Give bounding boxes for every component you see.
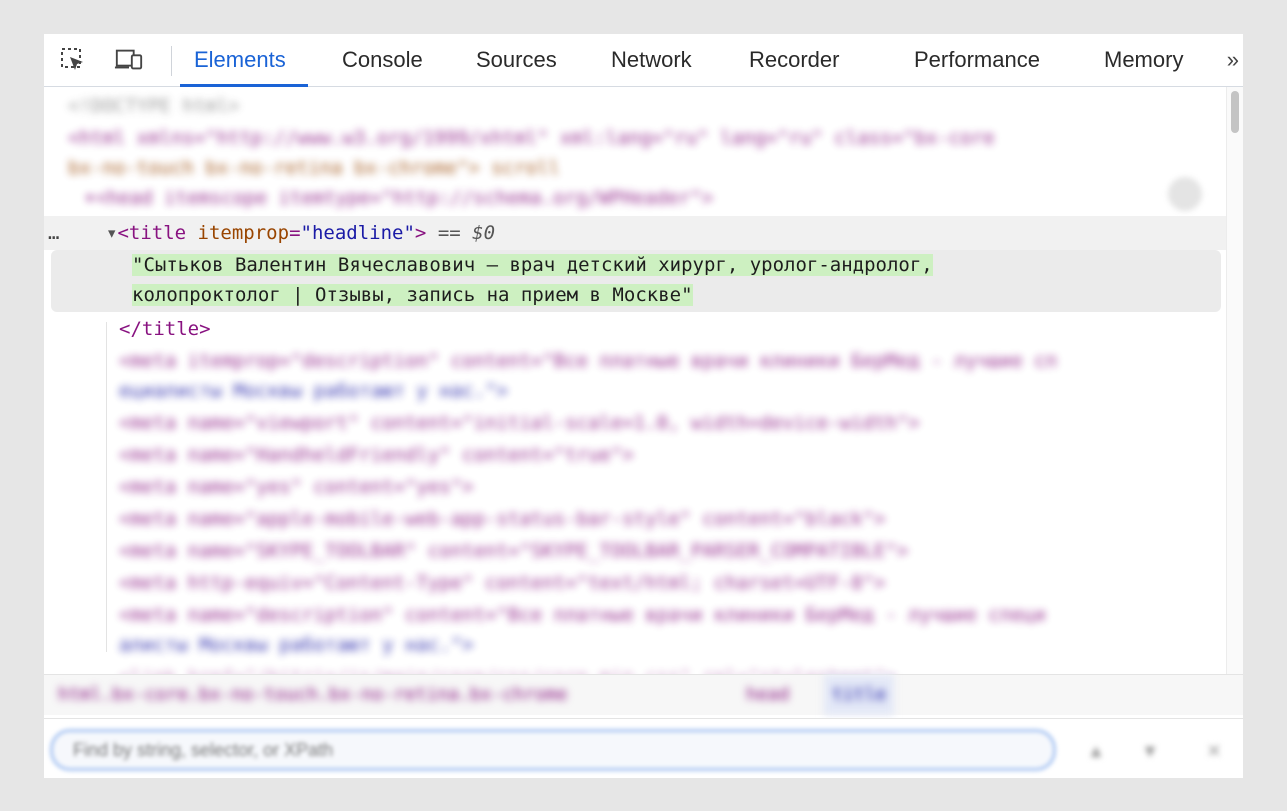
search-next-button[interactable]: ▼ [1138,739,1162,763]
tab-memory[interactable]: Memory [1104,34,1183,86]
tree-node[interactable]: bx-no-touch bx-no-retina bx-chrome"> scr… [68,153,560,183]
search-prev-button[interactable]: ▲ [1084,739,1108,763]
tree-node[interactable]: ▾<head itemscope itemtype="http://schema… [84,183,713,213]
title-text: "Сытьков Валентин Вячеславович — врач де… [132,254,933,276]
scrollbar-thumb[interactable] [1231,91,1239,133]
tab-performance[interactable]: Performance [914,34,1040,86]
tree-node[interactable]: <meta name="SKYPE_TOOLBAR" content="SKYP… [119,536,908,566]
tag-bracket: > [414,222,427,244]
node-actions-dots[interactable]: … [48,216,59,250]
title-text: колопроктолог | Отзывы, запись на прием … [132,284,693,306]
tab-console[interactable]: Console [342,34,423,86]
breadcrumb-head[interactable]: head [746,675,789,715]
expand-arrow-icon[interactable]: ▾ [106,222,117,244]
breadcrumb-html[interactable]: html.bx-core.bx-no-touch.bx-no-retina.bx… [58,675,567,715]
search-input[interactable]: Find by string, selector, or XPath [50,729,1056,771]
toolbar-separator [171,46,172,76]
devtools-toolbar: Elements Console Sources Network Recorde… [44,34,1243,87]
tree-scrollbar[interactable] [1226,87,1243,707]
device-toolbar-icon[interactable] [114,46,144,74]
attribute-value: "headline" [300,222,415,244]
title-close-tag[interactable]: </title> [119,314,211,344]
devtools-panel: Elements Console Sources Network Recorde… [44,34,1243,778]
adorner-badge [1168,177,1202,211]
tree-node[interactable]: <meta name="HandheldFriendly" content="t… [119,440,634,470]
search-bar: Find by string, selector, or XPath ▲ ▼ ✕ [44,718,1243,778]
tree-node[interactable]: <meta name="yes" content="yes"> [119,472,474,502]
tree-node[interactable]: <meta name="apple-mobile-web-app-status-… [119,504,885,534]
tab-network[interactable]: Network [611,34,692,86]
tree-node[interactable]: ециалисты Москвы работают у нас."> [119,376,508,406]
search-cancel-button[interactable]: ✕ [1202,739,1226,763]
console-reference: == $0 [437,222,496,244]
tab-elements[interactable]: Elements [180,34,308,87]
tree-node[interactable]: <meta itemprop="description" content="Вс… [119,346,1057,376]
tree-node[interactable]: <meta http-equiv="Content-Type" content=… [119,568,885,598]
breadcrumb-title[interactable]: title [824,675,895,715]
attribute-name: itemprop [197,222,290,244]
indent-guide [106,322,107,652]
search-placeholder: Find by string, selector, or XPath [73,740,334,760]
more-tabs-button[interactable]: » [1227,34,1243,86]
inspect-element-icon[interactable] [58,46,88,74]
tree-node[interactable]: <!DOCTYPE html> [68,91,240,121]
tag-name: <title [117,222,187,244]
tab-recorder[interactable]: Recorder [749,34,839,86]
tree-node[interactable]: <meta name="description" content="Все пл… [119,600,1046,630]
title-text-line-1[interactable]: "Сытьков Валентин Вячеславович — врач де… [132,250,933,280]
tree-node[interactable]: <meta name="viewport" content="initial-s… [119,408,920,438]
title-text-line-2[interactable]: колопроктолог | Отзывы, запись на прием … [132,280,693,310]
attribute-equals: = [289,222,301,244]
tree-node[interactable]: алисты Москвы работают у нас."> [119,630,474,660]
breadcrumb: html.bx-core.bx-no-touch.bx-no-retina.bx… [44,674,1243,715]
tree-node[interactable]: <html xmlns="http://www.w3.org/1999/xhtm… [68,123,995,153]
title-open-tag[interactable]: ▾<title itemprop="headline"> == $0 [106,218,495,248]
elements-tree: <!DOCTYPE html> <html xmlns="http://www.… [44,87,1227,707]
tab-sources[interactable]: Sources [476,34,557,86]
